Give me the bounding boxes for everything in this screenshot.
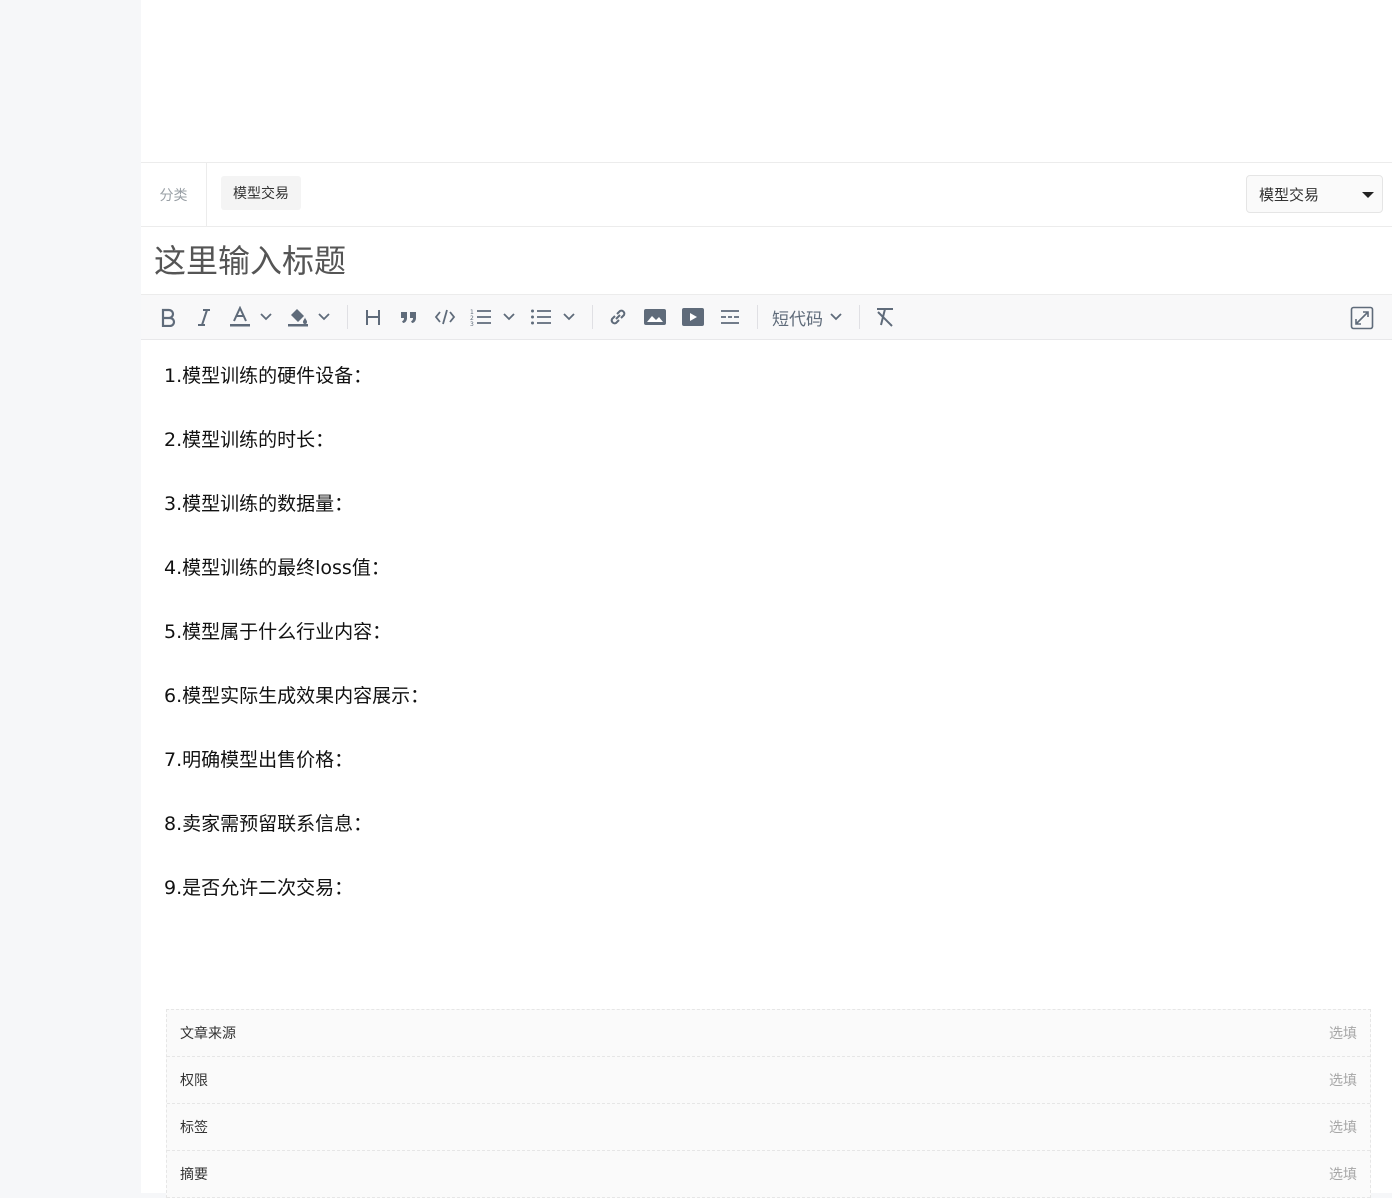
meta-key: 文章来源 (180, 1026, 236, 1042)
toolbar-divider (859, 305, 860, 329)
bold-button[interactable] (153, 302, 183, 332)
category-select[interactable]: 模型交易 (1246, 175, 1383, 213)
cover-area[interactable] (141, 0, 1392, 163)
content-line: 1.模型训练的硬件设备： (164, 365, 373, 387)
shortcode-button[interactable]: 短代码 (768, 302, 847, 332)
image-button[interactable] (639, 302, 671, 332)
svg-text:3: 3 (470, 321, 474, 327)
chevron-down-icon (318, 313, 330, 321)
content-line: 2.模型训练的时长： (164, 429, 335, 451)
code-icon (434, 309, 456, 325)
video-button[interactable] (677, 302, 709, 332)
content-line: 4.模型训练的最终loss值： (164, 557, 390, 579)
category-row: 分类 模型交易 模型交易 (141, 163, 1392, 227)
category-chip[interactable]: 模型交易 (221, 175, 301, 210)
bullet-list-icon (531, 309, 551, 325)
ordered-list-button[interactable]: 123 (466, 302, 520, 332)
quote-button[interactable] (394, 302, 424, 332)
meta-hint: 选填 (1329, 1026, 1357, 1042)
content-line: 3.模型训练的数据量： (164, 493, 354, 515)
meta-hint: 选填 (1329, 1073, 1357, 1089)
meta-key: 摘要 (180, 1167, 208, 1183)
horizontal-rule-icon (721, 310, 739, 324)
toolbar-divider (592, 305, 593, 329)
content-line: 5.模型属于什么行业内容： (164, 621, 392, 643)
content-line: 9.是否允许二次交易： (164, 877, 354, 899)
clear-format-icon (877, 308, 893, 327)
chevron-down-icon (563, 313, 575, 321)
content-line: 6.模型实际生成效果内容展示： (164, 685, 430, 707)
font-color-icon (230, 306, 250, 327)
chevron-down-icon (830, 313, 842, 321)
expand-icon (1350, 306, 1374, 330)
background-color-button[interactable] (283, 302, 335, 332)
ordered-list-icon: 123 (470, 309, 491, 327)
font-color-button[interactable] (225, 302, 277, 332)
title-input[interactable] (154, 241, 1392, 280)
meta-row-permission[interactable]: 权限 选填 (167, 1057, 1370, 1104)
image-icon (644, 309, 666, 325)
toolbar-divider (757, 305, 758, 329)
bold-icon (161, 308, 176, 327)
meta-key: 标签 (180, 1120, 208, 1136)
title-row (141, 227, 1392, 295)
editor-panel: 分类 模型交易 模型交易 这里输入标题 1 2 3 短代码 1.模型训练的硬件设… (141, 0, 1392, 1198)
link-button[interactable] (603, 302, 633, 332)
category-select-value: 模型交易 (1259, 185, 1320, 204)
bullet-list-button[interactable] (526, 302, 580, 332)
video-icon (682, 308, 704, 326)
toolbar-divider (347, 305, 348, 329)
caret-down-icon (1362, 192, 1374, 198)
clear-format-button[interactable] (870, 302, 900, 332)
code-button[interactable] (430, 302, 460, 332)
chevron-down-icon (503, 313, 515, 321)
meta-fields: 文章来源 选填 权限 选填 标签 选填 摘要 选填 (166, 1009, 1371, 1198)
paint-bucket-icon (288, 309, 308, 327)
category-label: 分类 (141, 163, 207, 226)
sidebar (0, 0, 141, 1193)
content-line: 8.卖家需预留联系信息： (164, 813, 373, 835)
quote-icon (401, 312, 416, 323)
heading-icon (366, 310, 380, 325)
heading-button[interactable] (358, 302, 388, 332)
meta-hint: 选填 (1329, 1120, 1357, 1136)
horizontal-rule-button[interactable] (715, 302, 745, 332)
content-line: 7.明确模型出售价格： (164, 749, 354, 771)
meta-hint: 选填 (1329, 1167, 1357, 1183)
editor-content[interactable]: 1.模型训练的硬件设备： 2.模型训练的时长： 3.模型训练的数据量： 4.模型… (141, 340, 1392, 990)
meta-key: 权限 (180, 1073, 208, 1089)
meta-row-summary[interactable]: 摘要 选填 (167, 1151, 1370, 1198)
meta-row-source[interactable]: 文章来源 选填 (167, 1010, 1370, 1057)
editor-toolbar: 123 短代码 (141, 295, 1392, 340)
meta-row-tags[interactable]: 标签 选填 (167, 1104, 1370, 1151)
italic-button[interactable] (189, 302, 219, 332)
chevron-down-icon (260, 313, 272, 321)
link-icon (610, 309, 626, 325)
fullscreen-button[interactable] (1346, 303, 1378, 333)
shortcode-label: 短代码 (772, 309, 823, 330)
italic-icon (198, 309, 210, 326)
